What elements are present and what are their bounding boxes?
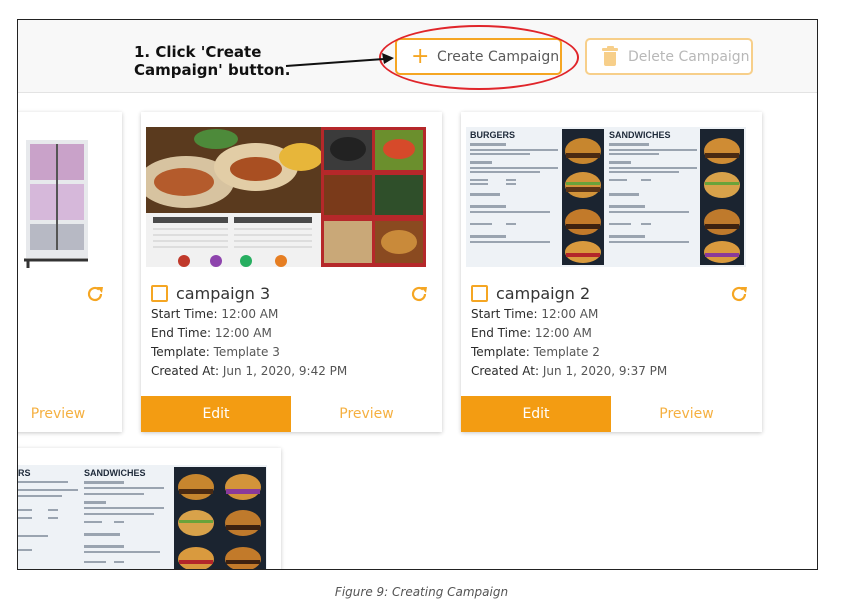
campaign-thumbnail: BURGERS SANDWICHES [466, 127, 746, 267]
campaign-thumbnail [146, 127, 426, 267]
refresh-icon[interactable] [730, 285, 748, 303]
select-checkbox[interactable] [471, 285, 488, 302]
created-at-label: Created At: [471, 364, 540, 378]
campaign-card: campaign 3 Start Time: 12:00 AM End Time… [141, 112, 442, 432]
campaign-title: campaign 3 [176, 284, 271, 303]
end-time-value: 12:00 AM [214, 326, 272, 340]
select-checkbox[interactable] [151, 285, 168, 302]
campaign-card-partial: Preview [18, 112, 122, 432]
annotation-arrow [285, 53, 394, 67]
template-value: Template 2 [533, 345, 600, 359]
card-title-row: campaign 3 [151, 284, 270, 303]
edit-button[interactable]: Edit [141, 396, 291, 432]
trash-icon [602, 45, 618, 66]
created-at-value: Jun 1, 2020, 9:37 PM [542, 364, 668, 378]
edit-button[interactable]: Edit [461, 396, 611, 432]
annotation-text: 1. Click 'Create Campaign' button. [134, 43, 291, 79]
campaign-card-partial: RS SANDWICHES [18, 448, 281, 569]
end-time-value: 12:00 AM [534, 326, 592, 340]
created-at-value: Jun 1, 2020, 9:42 PM [222, 364, 348, 378]
end-time-label: End Time: [471, 326, 532, 340]
start-time-value: 12:00 AM [541, 307, 599, 321]
end-time-label: End Time: [151, 326, 212, 340]
start-time-label: Start Time: [471, 307, 538, 321]
campaign-thumbnail [18, 112, 108, 268]
preview-button[interactable]: Preview [611, 396, 762, 432]
template-value: Template 3 [213, 345, 280, 359]
campaign-card: BURGERS SANDWICHES campaign 2 Start Time… [461, 112, 762, 432]
campaign-meta: Start Time: 12:00 AM End Time: 12:00 AM … [151, 305, 347, 381]
card-title-row: campaign 2 [471, 284, 590, 303]
created-at-label: Created At: [151, 364, 220, 378]
figure-caption: Figure 9: Creating Campaign [334, 585, 509, 599]
toolbar: + Create Campaign Delete Campaign 1. Cli… [18, 20, 817, 93]
refresh-icon[interactable] [86, 285, 104, 303]
template-label: Template: [151, 345, 210, 359]
campaign-meta: Start Time: 12:00 AM End Time: 12:00 AM … [471, 305, 667, 381]
preview-button[interactable]: Preview [18, 396, 103, 432]
campaign-thumbnail: RS SANDWICHES [18, 465, 267, 569]
start-time-label: Start Time: [151, 307, 218, 321]
delete-campaign-button[interactable]: Delete Campaign [585, 38, 753, 75]
delete-campaign-label: Delete Campaign [628, 48, 750, 65]
preview-button[interactable]: Preview [291, 396, 442, 432]
refresh-icon[interactable] [410, 285, 428, 303]
template-label: Template: [471, 345, 530, 359]
start-time-value: 12:00 AM [221, 307, 279, 321]
campaign-title: campaign 2 [496, 284, 591, 303]
annotation-circle [379, 25, 579, 90]
app-frame: + Create Campaign Delete Campaign 1. Cli… [17, 19, 818, 570]
